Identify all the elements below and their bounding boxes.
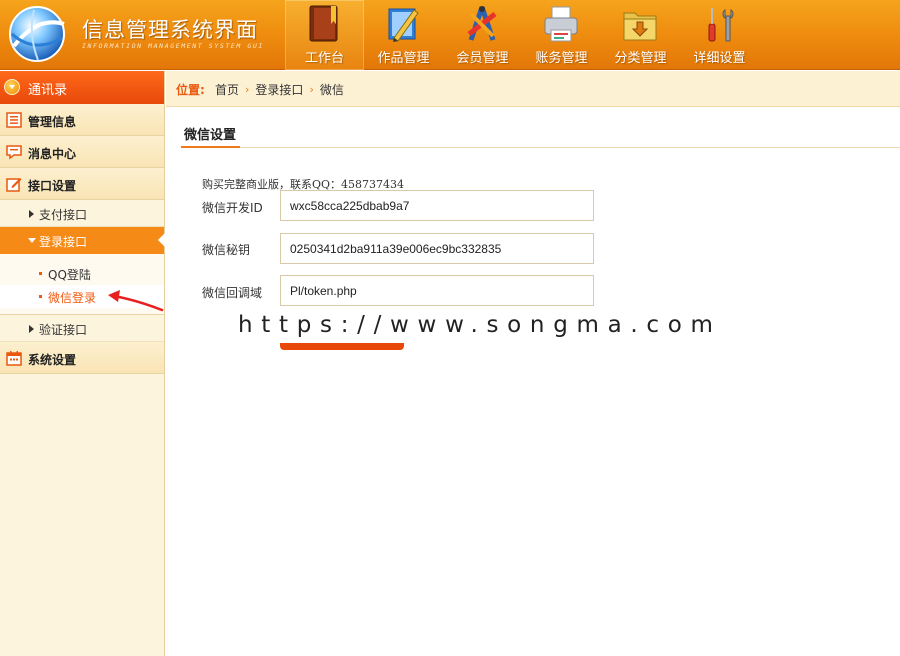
tools-icon — [467, 6, 497, 41]
printer-icon — [544, 6, 578, 42]
caret-right-icon — [29, 325, 34, 333]
sidebar: 通讯录 管理信息 消息中心 接口设置 支付接口 登录接口 QQ登陆 微信登录 验… — [0, 71, 165, 656]
calendar-icon — [6, 351, 22, 366]
sidebar-item-label: 验证接口 — [39, 323, 88, 337]
top-nav: 工作台 作品管理 会员管理 账务管理 分类管理 详细设置 — [285, 0, 759, 70]
sidebar-group-messages[interactable]: 消息中心 — [0, 136, 164, 168]
nav-item-accounts[interactable]: 账务管理 — [522, 0, 601, 70]
nav-label: 账务管理 — [535, 51, 588, 66]
callback-domain-input[interactable] — [280, 275, 594, 306]
submit-button[interactable] — [280, 343, 404, 350]
sidebar-leaf-label: 微信登录 — [48, 291, 97, 305]
sidebar-group-label: 管理信息 — [28, 115, 77, 129]
breadcrumb-home[interactable]: 首页 — [215, 81, 239, 98]
sidebar-item-payment[interactable]: 支付接口 — [0, 200, 164, 227]
chevron-down-circle-icon — [4, 79, 20, 95]
sidebar-group-label: 接口设置 — [28, 179, 77, 193]
sidebar-leaf-label: QQ登陆 — [48, 268, 91, 282]
sidebar-group-system[interactable]: 系统设置 — [0, 342, 164, 374]
nav-label: 会员管理 — [456, 51, 509, 66]
breadcrumb-label: 位置: — [176, 83, 205, 97]
breadcrumb-items: 首页 › 登录接口 › 微信 — [215, 81, 344, 98]
sidebar-header-contacts[interactable]: 通讯录 — [0, 71, 164, 104]
sidebar-item-label: 支付接口 — [39, 208, 88, 222]
app-secret-input[interactable] — [280, 233, 594, 264]
screwdriver-wrench-icon — [708, 8, 734, 42]
sidebar-group-label: 消息中心 — [28, 147, 77, 161]
breadcrumb: 位置: 首页 › 登录接口 › 微信 — [166, 71, 900, 107]
nav-item-works[interactable]: 作品管理 — [364, 0, 443, 70]
sidebar-leaf-qq[interactable]: QQ登陆 — [0, 262, 164, 285]
sidebar-item-login[interactable]: 登录接口 — [0, 227, 165, 254]
nav-item-categories[interactable]: 分类管理 — [601, 0, 680, 70]
caret-right-icon — [29, 210, 34, 218]
section-header: 微信设置 — [181, 118, 900, 148]
nav-item-members[interactable]: 会员管理 — [443, 0, 522, 70]
sidebar-header-label: 通讯录 — [28, 83, 68, 98]
edit-icon — [6, 178, 22, 192]
nav-item-workbench[interactable]: 工作台 — [285, 0, 364, 70]
field-label-secret: 微信秘钥 — [202, 243, 251, 257]
app-id-input[interactable] — [280, 190, 594, 221]
nav-label: 详细设置 — [693, 51, 746, 66]
app-title: 信息管理系统界面 — [82, 18, 258, 42]
bullet-icon — [39, 272, 42, 275]
sidebar-group-interfaces[interactable]: 接口设置 — [0, 168, 164, 200]
nav-item-settings[interactable]: 详细设置 — [680, 0, 759, 70]
app-subtitle: INFORMATION MANAGEMENT SYSTEM GUI — [82, 42, 264, 50]
folder-download-icon — [623, 12, 657, 41]
caret-down-icon — [28, 238, 36, 243]
nav-label: 分类管理 — [614, 51, 667, 66]
chevron-right-icon: › — [245, 83, 250, 96]
book-icon — [309, 5, 338, 42]
sidebar-group-label: 系统设置 — [28, 353, 77, 367]
message-icon — [6, 145, 22, 160]
section-title: 微信设置 — [181, 118, 241, 148]
top-header: 信息管理系统界面 INFORMATION MANAGEMENT SYSTEM G… — [0, 0, 900, 70]
ruler-pencil-icon — [388, 8, 419, 42]
nav-label: 作品管理 — [377, 51, 430, 66]
sidebar-group-manage[interactable]: 管理信息 — [0, 104, 164, 136]
breadcrumb-wechat: 微信 — [319, 83, 344, 97]
list-icon — [6, 112, 22, 128]
breadcrumb-login[interactable]: 登录接口 — [255, 81, 303, 98]
globe-logo-icon — [9, 6, 65, 62]
nav-label: 工作台 — [304, 51, 344, 66]
bullet-icon — [39, 295, 42, 298]
sidebar-item-label: 登录接口 — [39, 235, 88, 249]
field-label-callback: 微信回调域 — [202, 286, 263, 300]
chevron-right-icon: › — [309, 83, 314, 96]
sidebar-item-verify[interactable]: 验证接口 — [0, 315, 164, 342]
red-arrow-annotation-icon — [108, 290, 164, 312]
field-label-app-id: 微信开发ID — [202, 201, 263, 215]
watermark-text: https://www.songma.com — [238, 312, 722, 338]
